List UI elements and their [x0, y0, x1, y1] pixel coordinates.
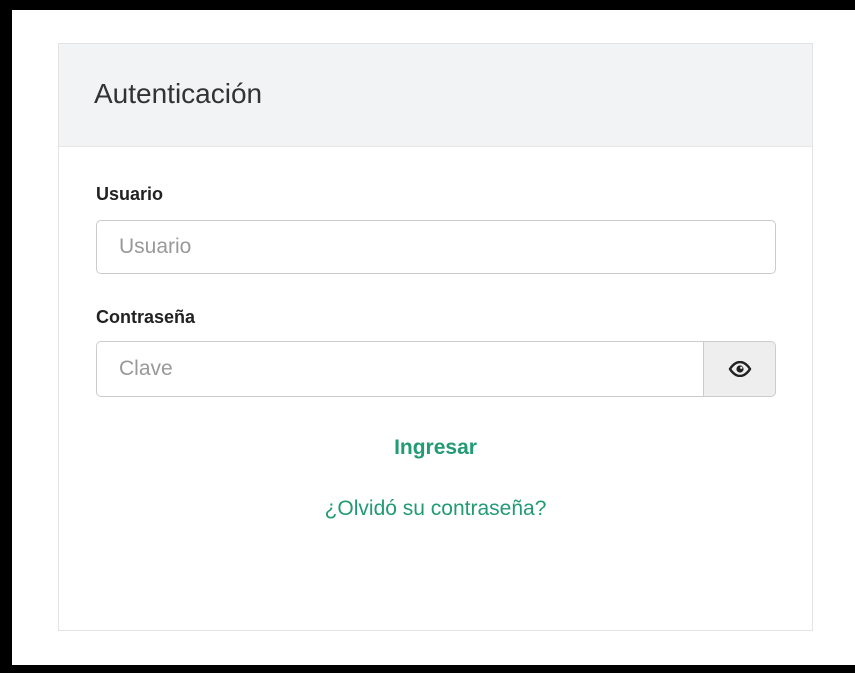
username-label: Usuario: [96, 184, 164, 204]
panel-heading: Autenticación: [59, 44, 812, 147]
eye-icon: [728, 361, 751, 377]
forgot-password-link[interactable]: ¿Olvidó su contraseña?: [59, 497, 812, 521]
panel-title: Autenticación: [94, 78, 263, 109]
login-button[interactable]: Ingresar: [59, 436, 812, 460]
login-panel: Autenticación Usuario Contraseña Ingresa…: [58, 43, 813, 631]
show-password-button[interactable]: [704, 341, 776, 397]
password-label: Contraseña: [96, 307, 196, 327]
page-background: Autenticación Usuario Contraseña Ingresa…: [12, 10, 855, 665]
password-input[interactable]: [96, 341, 704, 397]
password-input-group: [96, 341, 776, 397]
username-input[interactable]: [96, 220, 776, 274]
